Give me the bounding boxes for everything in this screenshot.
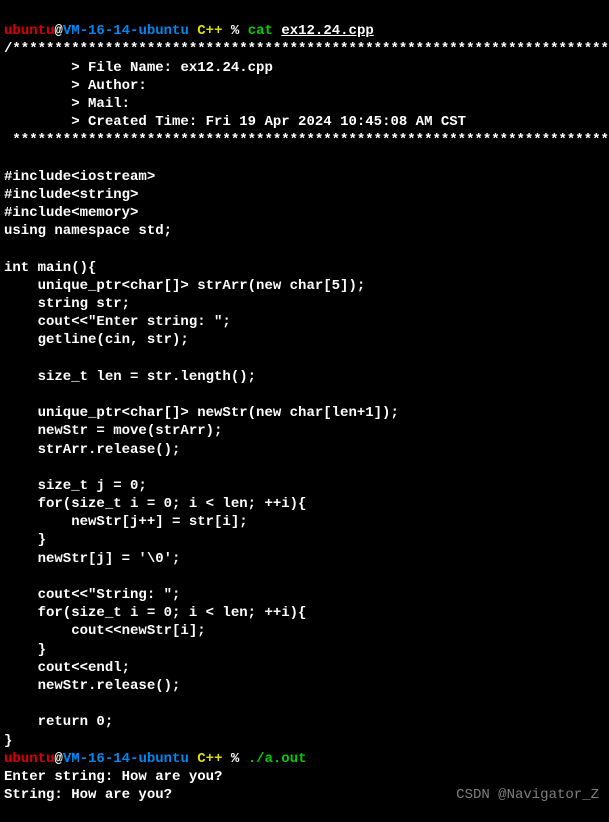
code-line: for(size_t i = 0; i < len; ++i){ bbox=[4, 605, 306, 621]
code-line: strArr.release(); bbox=[4, 442, 180, 458]
code-line: newStr = move(strArr); bbox=[4, 423, 222, 439]
prompt-user: ubuntu bbox=[4, 23, 54, 39]
code-line: #include<string> bbox=[4, 187, 138, 203]
prompt-sep: % bbox=[222, 751, 247, 767]
code-line: cout<<"Enter string: "; bbox=[4, 314, 231, 330]
code-line: using namespace std; bbox=[4, 223, 172, 239]
code-line: } bbox=[4, 532, 46, 548]
file-header-border-bottom: ****************************************… bbox=[4, 132, 609, 148]
prompt-cmd: cat bbox=[248, 23, 273, 39]
code-line: cout<<newStr[i]; bbox=[4, 623, 206, 639]
program-output-line: String: How are you? bbox=[4, 787, 172, 803]
file-header-created: > Created Time: Fri 19 Apr 2024 10:45:08… bbox=[4, 114, 466, 130]
code-line: for(size_t i = 0; i < len; ++i){ bbox=[4, 496, 306, 512]
code-line: } bbox=[4, 733, 12, 749]
file-header-border-top: /***************************************… bbox=[4, 41, 609, 57]
prompt-cmd: ./a.out bbox=[248, 751, 307, 767]
prompt-sep: % bbox=[222, 23, 247, 39]
terminal-output[interactable]: ubuntu@VM-16-14-ubuntu C++ % cat ex12.24… bbox=[4, 4, 605, 804]
prompt-arg: ex12.24.cpp bbox=[281, 23, 373, 39]
prompt-dir: C++ bbox=[197, 751, 222, 767]
prompt-at: @ bbox=[54, 751, 62, 767]
program-output-line: Enter string: How are you? bbox=[4, 769, 222, 785]
code-line: int main(){ bbox=[4, 260, 96, 276]
code-line: } bbox=[4, 642, 46, 658]
code-line: newStr[j] = '\0'; bbox=[4, 551, 180, 567]
code-line: unique_ptr<char[]> strArr(new char[5]); bbox=[4, 278, 365, 294]
code-line: #include<iostream> bbox=[4, 169, 155, 185]
file-header-mail: > Mail: bbox=[4, 96, 138, 112]
prompt-user: ubuntu bbox=[4, 751, 54, 767]
prompt-host: VM-16-14-ubuntu bbox=[63, 751, 189, 767]
code-line: newStr.release(); bbox=[4, 678, 180, 694]
watermark: CSDN @Navigator_Z bbox=[456, 786, 599, 804]
prompt-line-2: ubuntu@VM-16-14-ubuntu C++ % ./a.out bbox=[4, 751, 307, 767]
code-line: size_t len = str.length(); bbox=[4, 369, 256, 385]
file-header-filename: > File Name: ex12.24.cpp bbox=[4, 60, 273, 76]
code-line: #include<memory> bbox=[4, 205, 138, 221]
code-line: cout<<endl; bbox=[4, 660, 130, 676]
prompt-at: @ bbox=[54, 23, 62, 39]
code-line: unique_ptr<char[]> newStr(new char[len+1… bbox=[4, 405, 399, 421]
code-line: string str; bbox=[4, 296, 130, 312]
prompt-host: VM-16-14-ubuntu bbox=[63, 23, 189, 39]
code-line: return 0; bbox=[4, 714, 113, 730]
code-line: getline(cin, str); bbox=[4, 332, 189, 348]
prompt-line-1: ubuntu@VM-16-14-ubuntu C++ % cat ex12.24… bbox=[4, 23, 374, 39]
code-line: size_t j = 0; bbox=[4, 478, 147, 494]
prompt-dir: C++ bbox=[197, 23, 222, 39]
code-line: newStr[j++] = str[i]; bbox=[4, 514, 248, 530]
file-header-author: > Author: bbox=[4, 78, 155, 94]
code-line: cout<<"String: "; bbox=[4, 587, 180, 603]
